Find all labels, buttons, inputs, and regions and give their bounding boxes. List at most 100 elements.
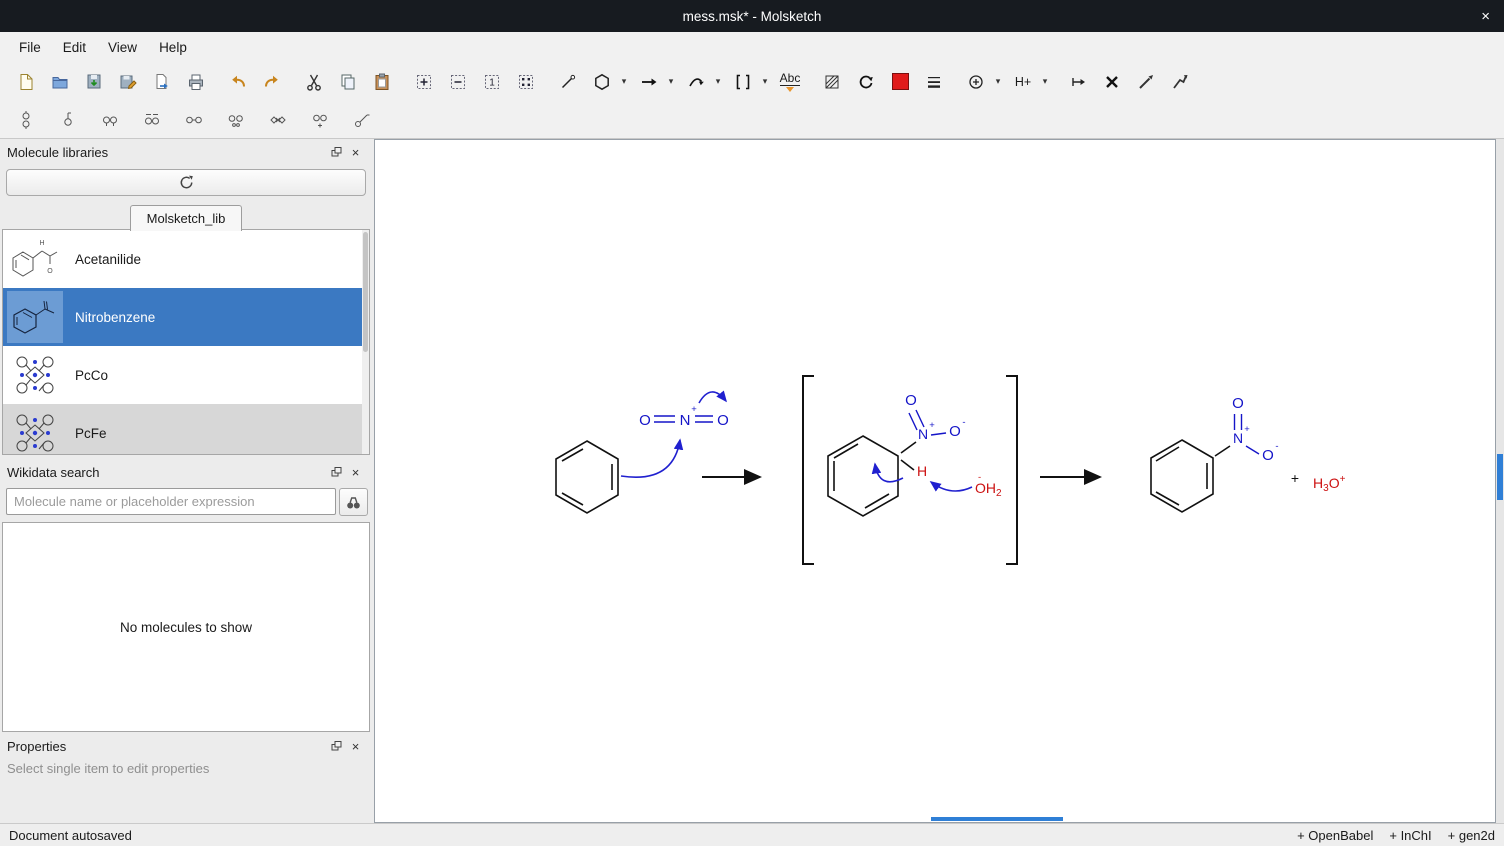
vertical-scrollbar-thumb[interactable] <box>1497 454 1503 500</box>
svg-text:-[interactable]: - <box>1275 441 1278 452</box>
svg-text:O[interactable]: O <box>949 423 961 440</box>
hydrogen-dropdown-arrow[interactable]: ▾ <box>1040 76 1050 87</box>
svg-text:+[interactable]: + <box>1244 424 1250 435</box>
template-1-button[interactable] <box>12 105 40 135</box>
svg-text:-[interactable]: - <box>962 417 965 428</box>
horizontal-scrollbar-thumb[interactable] <box>931 817 1063 821</box>
template-2-button[interactable] <box>54 105 82 135</box>
wikidata-float-button[interactable] <box>327 463 346 481</box>
template-6-button[interactable] <box>222 105 250 135</box>
libraries-close-button[interactable]: × <box>346 143 365 161</box>
svg-text:O[interactable]: O <box>639 412 651 429</box>
color-button[interactable] <box>886 67 914 97</box>
list-item-acetanilide[interactable]: H O Acetanilide <box>3 230 369 288</box>
template-5-button[interactable] <box>180 105 208 135</box>
wikidata-search-button[interactable] <box>339 488 368 516</box>
libraries-float-button[interactable] <box>327 143 346 161</box>
zoom-in-button[interactable] <box>410 67 438 97</box>
print-button[interactable] <box>182 67 210 97</box>
svg-text:N[interactable]: N <box>1233 430 1243 446</box>
window-close-button[interactable]: × <box>1481 0 1490 32</box>
clean-structure-button[interactable] <box>1132 67 1160 97</box>
copy-button[interactable] <box>334 67 362 97</box>
redo-button[interactable] <box>258 67 286 97</box>
list-item-nitrobenzene[interactable]: Nitrobenzene <box>3 288 369 346</box>
open-file-button[interactable] <box>46 67 74 97</box>
molecule-thumbnail <box>7 407 63 455</box>
open-folder-icon <box>50 72 70 92</box>
optimize-structure-button[interactable] <box>1166 67 1194 97</box>
cut-button[interactable] <box>300 67 328 97</box>
properties-close-button[interactable]: × <box>346 737 365 755</box>
menu-view[interactable]: View <box>97 35 148 60</box>
benzene-molecule[interactable] <box>556 441 618 513</box>
svg-text:O[interactable]: O <box>717 412 729 429</box>
draw-ring-button[interactable] <box>588 67 616 97</box>
svg-text:O[interactable]: O <box>1232 395 1244 412</box>
menu-edit[interactable]: Edit <box>52 35 97 60</box>
line-width-button[interactable] <box>920 67 948 97</box>
template-3-button[interactable] <box>96 105 124 135</box>
svg-text:N[interactable]: N <box>918 426 928 442</box>
zoom-original-button[interactable]: 1 <box>478 67 506 97</box>
draw-bond-button[interactable] <box>554 67 582 97</box>
draw-mechanism-arrow-button[interactable] <box>682 67 710 97</box>
save-button[interactable] <box>80 67 108 97</box>
base-water-molecule[interactable]: OH2 - <box>975 472 1002 499</box>
svg-text:H3O+[interactable]: H3O+ <box>1313 474 1346 494</box>
svg-text:O[interactable]: O <box>1262 447 1274 464</box>
ring-dropdown-arrow[interactable]: ▾ <box>619 76 629 87</box>
save-as-button[interactable] <box>114 67 142 97</box>
draw-bracket-button[interactable] <box>729 67 757 97</box>
hydrogen-tool-button[interactable]: H+ <box>1009 67 1037 97</box>
zoom-fit-button[interactable] <box>512 67 540 97</box>
align-arrow-button[interactable] <box>1064 67 1092 97</box>
insert-text-button[interactable]: Abc <box>776 67 804 97</box>
wikidata-search-input[interactable] <box>6 488 336 515</box>
template-8-button[interactable] <box>306 105 334 135</box>
svg-text:+[interactable]: + <box>691 404 697 415</box>
properties-float-button[interactable] <box>327 737 346 755</box>
wikidata-close-button[interactable]: × <box>346 463 365 481</box>
draw-arrow-button[interactable] <box>635 67 663 97</box>
undo-button[interactable] <box>224 67 252 97</box>
hydronium-ion[interactable]: H3O+ <box>1313 474 1346 494</box>
mechanism-arrow-benzene-to-nitronium[interactable] <box>621 440 680 477</box>
list-item-pcco[interactable]: PcCo <box>3 346 369 404</box>
tab-molsketch-lib[interactable]: Molsketch_lib <box>130 205 243 231</box>
svg-text:H[interactable]: H <box>917 463 927 479</box>
nitronium-ion[interactable]: O N + O <box>639 404 729 429</box>
hatch-tool-button[interactable] <box>818 67 846 97</box>
charge-dropdown-arrow[interactable]: ▾ <box>993 76 1003 87</box>
menu-file[interactable]: File <box>8 35 52 60</box>
mechanism-arrow-base-to-h[interactable] <box>931 482 972 491</box>
library-list-scrollbar[interactable] <box>362 230 369 454</box>
paste-button[interactable] <box>368 67 396 97</box>
svg-text:-[interactable]: - <box>978 472 981 483</box>
menu-help[interactable]: Help <box>148 35 198 60</box>
arenium-intermediate[interactable]: O N + O - H <box>828 392 966 516</box>
bracket-dropdown-arrow[interactable]: ▾ <box>760 76 770 87</box>
new-document-button[interactable] <box>12 67 40 97</box>
list-item-pcfe[interactable]: PcFe <box>3 404 369 455</box>
drawing-canvas[interactable]: O N + O <box>374 139 1496 823</box>
svg-text:N[interactable]: N <box>680 412 691 429</box>
rotate-tool-button[interactable] <box>852 67 880 97</box>
svg-text:+[interactable]: + <box>929 420 935 431</box>
mechanism-arrow-bond-to-oxygen[interactable] <box>699 392 726 403</box>
plus-sign[interactable]: + <box>1291 470 1299 486</box>
refresh-libraries-button[interactable] <box>6 169 366 196</box>
export-button[interactable] <box>148 67 176 97</box>
arrow-dropdown-arrow[interactable]: ▾ <box>666 76 676 87</box>
delete-button[interactable] <box>1098 67 1126 97</box>
reaction-scheme[interactable]: O N + O <box>375 140 1495 822</box>
zoom-out-button[interactable] <box>444 67 472 97</box>
template-4-button[interactable] <box>138 105 166 135</box>
svg-text:O[interactable]: O <box>905 392 917 409</box>
charge-tool-button[interactable] <box>962 67 990 97</box>
template-7-button[interactable] <box>264 105 292 135</box>
template-9-button[interactable] <box>348 105 376 135</box>
vertical-scrollbar[interactable] <box>1496 139 1504 823</box>
mechanism-dropdown-arrow[interactable]: ▾ <box>713 76 723 87</box>
nitrobenzene-product[interactable]: O N + O - <box>1151 395 1279 512</box>
